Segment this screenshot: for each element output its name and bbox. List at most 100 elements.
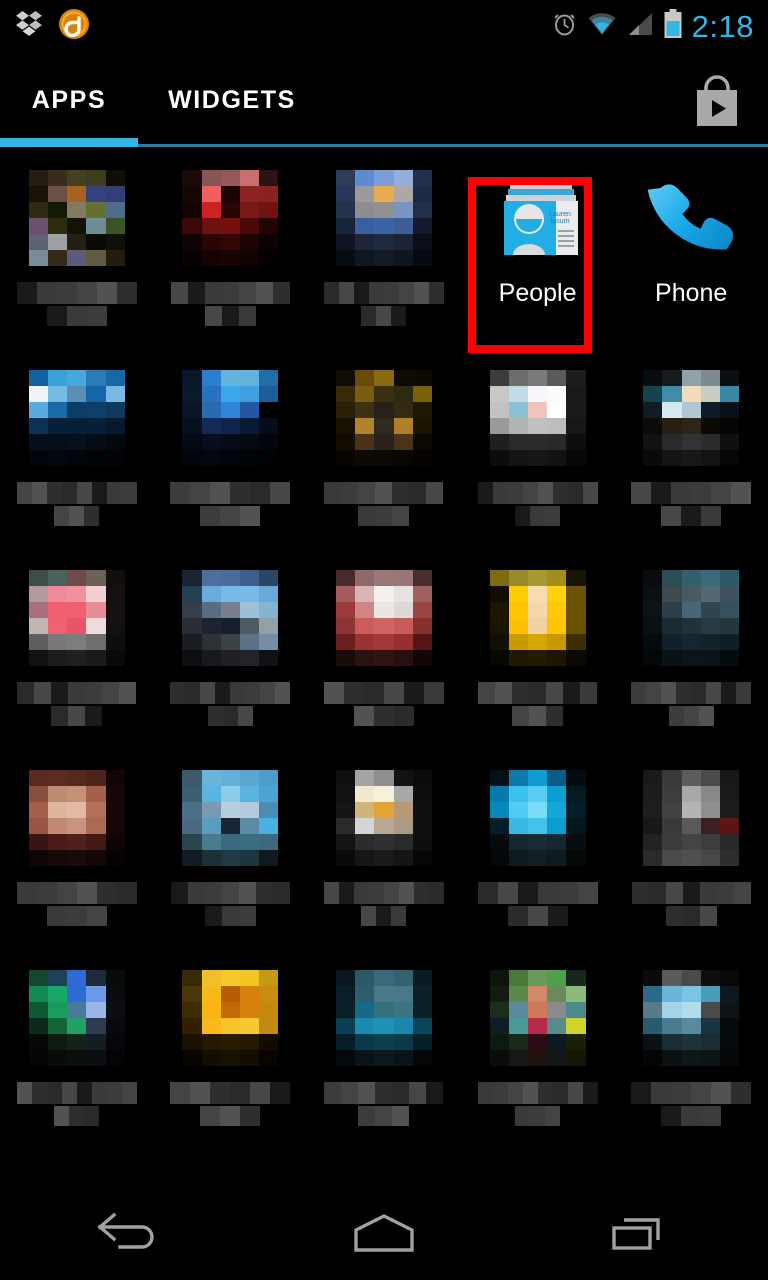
app-icon-censored[interactable] [614,556,768,756]
censored-label [631,866,751,926]
app-icon-censored[interactable] [0,356,154,556]
wifi-icon [587,11,617,42]
app-icon-censored[interactable] [307,956,461,1156]
censored-label [324,466,444,526]
app-icon-censored[interactable] [461,356,615,556]
app-label: People [498,279,577,307]
app-grid: Lauren Ipsum People Phone [0,156,768,1186]
censored-icon [489,770,586,866]
censored-label [170,466,291,526]
app-icon-censored[interactable] [154,356,308,556]
censored-icon [489,970,586,1066]
app-icon-censored[interactable] [154,556,308,756]
censored-label [170,666,291,726]
censored-icon [489,570,586,666]
censored-label [16,866,137,926]
dropbox-icon [14,7,48,46]
censored-label [323,666,444,726]
app-grid-row: Lauren Ipsum People Phone [0,156,768,356]
tab-apps-label: APPS [31,85,107,114]
censored-label [170,866,290,926]
home-button[interactable] [256,1186,512,1280]
tab-widgets[interactable]: WIDGETS [138,52,326,148]
censored-icon [335,770,432,866]
app-icon-censored[interactable] [154,756,308,956]
censored-label [323,866,444,926]
censored-icon [28,770,125,866]
app-icon-censored[interactable] [307,756,461,956]
orange-app-icon [58,8,90,45]
censored-label [170,1066,291,1126]
app-icon-censored[interactable] [0,556,154,756]
censored-label [631,466,752,526]
censored-icon [335,370,432,466]
app-icon-censored[interactable] [614,756,768,956]
app-icon-censored[interactable] [614,956,768,1156]
app-label: Phone [655,279,728,307]
censored-label [323,266,444,326]
censored-label [16,466,137,526]
censored-icon [489,370,586,466]
censored-icon [182,370,279,466]
censored-label [631,666,752,726]
recents-button[interactable] [512,1186,768,1280]
app-icon-censored[interactable] [154,956,308,1156]
censored-icon [182,170,279,266]
app-grid-row [0,556,768,756]
censored-label [17,666,137,726]
svg-text:Ipsum: Ipsum [550,218,569,225]
tab-bar: APPS WIDGETS [0,52,768,148]
censored-label [477,1066,598,1126]
app-icon-censored[interactable] [461,556,615,756]
censored-icon [28,170,125,266]
censored-label [477,466,598,526]
shopping-bag-play-icon[interactable] [688,74,746,130]
censored-icon [643,370,740,466]
tab-apps[interactable]: APPS [0,52,138,148]
back-button[interactable] [0,1186,256,1280]
tab-active-indicator [0,138,138,147]
censored-icon [28,570,125,666]
alarm-clock-icon [551,10,578,42]
app-icon-phone[interactable]: Phone [614,156,768,356]
censored-label [16,266,137,326]
app-grid-row [0,956,768,1156]
people-icon: Lauren Ipsum [490,170,586,266]
app-grid-row [0,756,768,956]
censored-label [170,266,290,326]
app-icon-censored[interactable] [307,556,461,756]
app-grid-row [0,356,768,556]
app-icon-censored[interactable] [307,356,461,556]
status-bar-system-icons: 2:18 [551,8,768,44]
censored-icon [182,770,279,866]
status-bar-clock: 2:18 [691,8,754,44]
app-icon-censored[interactable] [0,756,154,956]
phone-icon [643,170,739,266]
app-icon-censored[interactable] [0,956,154,1156]
censored-icon [643,570,740,666]
censored-icon [335,170,432,266]
app-icon-people[interactable]: Lauren Ipsum People [461,156,615,356]
app-icon-censored[interactable] [461,756,615,956]
app-icon-censored[interactable] [614,356,768,556]
app-icon-censored[interactable] [0,156,154,356]
censored-icon [182,970,279,1066]
censored-icon [643,770,740,866]
battery-icon [663,8,683,44]
cellular-signal-icon [626,11,654,42]
navigation-bar [0,1186,768,1280]
censored-icon [643,970,740,1066]
censored-icon [28,370,125,466]
android-app-drawer-screen: 2:18 APPS WIDGETS Lauren Ipsum People Ph… [0,0,768,1280]
censored-label [631,1066,752,1126]
app-icon-censored[interactable] [154,156,308,356]
censored-label [16,1066,137,1126]
censored-label [478,666,598,726]
censored-label [477,866,598,926]
app-icon-censored[interactable] [307,156,461,356]
app-icon-censored[interactable] [461,956,615,1156]
censored-label [324,1066,444,1126]
censored-icon [335,570,432,666]
svg-text:Lauren: Lauren [549,211,571,218]
status-bar-notifications [0,7,90,46]
